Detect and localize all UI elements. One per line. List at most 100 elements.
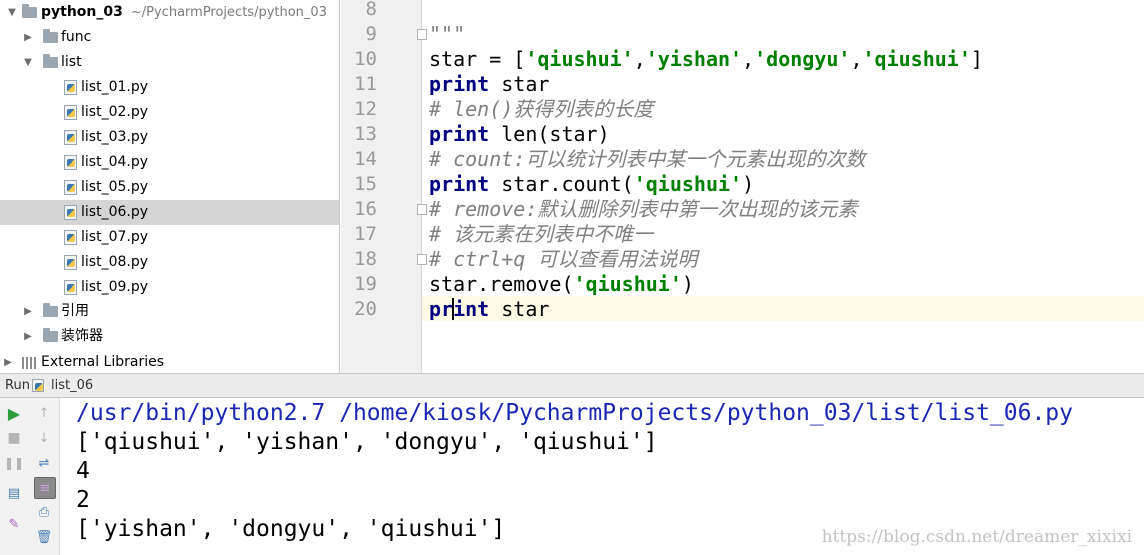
folder-label: 引用 <box>61 303 89 319</box>
file-label: list_09.py <box>81 279 148 295</box>
console-output-line: 2 <box>76 487 90 513</box>
library-icon <box>22 357 36 369</box>
line-number: 10 <box>354 48 377 70</box>
restore-layout-icon[interactable]: ▤ <box>4 483 24 503</box>
python-file-icon <box>64 230 77 245</box>
tree-file-selected[interactable]: list_06.py <box>0 200 339 225</box>
run-toolbar: ▶ ↑ ■ ↓ ❚❚ ⇌ ▤ ≡ ⎙ ✎ 🗑 <box>0 398 60 555</box>
scroll-up-arrow-icon[interactable]: ↑ <box>34 403 54 423</box>
line-number: 8 <box>365 0 377 20</box>
file-label: list_03.py <box>81 129 148 145</box>
console-output-line: 4 <box>76 458 90 484</box>
file-label: list_01.py <box>81 79 148 95</box>
stop-icon[interactable]: ■ <box>4 428 24 448</box>
tree-file[interactable]: list_09.py <box>0 275 339 300</box>
line-number: 9 <box>365 23 377 45</box>
print-icon[interactable]: ⎙ <box>34 502 54 522</box>
tree-folder-list[interactable]: ▼ list <box>0 50 339 75</box>
fold-marker-icon[interactable] <box>417 254 427 265</box>
line-number: 13 <box>354 123 377 145</box>
pause-icon[interactable]: ❚❚ <box>4 453 24 473</box>
code-line-15: print star.count('qiushui') <box>429 172 755 196</box>
clear-all-trash-icon[interactable]: 🗑 <box>34 527 54 547</box>
code-line-18: # ctrl+q 可以查看用法说明 <box>429 247 698 271</box>
expanded-arrow-icon[interactable]: ▼ <box>22 50 34 75</box>
code-line-16: # remove:默认删除列表中第一次出现的该元素 <box>429 197 858 221</box>
python-file-icon <box>64 80 77 95</box>
python-file-icon <box>32 379 44 392</box>
code-line-19: star.remove('qiushui') <box>429 272 694 296</box>
tree-folder-func[interactable]: ▶ func <box>0 25 339 50</box>
line-number: 19 <box>354 273 377 295</box>
python-file-icon <box>64 155 77 170</box>
folder-icon <box>43 54 58 68</box>
file-label: list_07.py <box>81 229 148 245</box>
collapsed-arrow-icon[interactable]: ▶ <box>22 25 34 50</box>
soft-wrap-icon[interactable]: ⇌ <box>34 453 54 473</box>
folder-icon <box>43 29 58 43</box>
run-console-output[interactable]: /usr/bin/python2.7 /home/kiosk/PycharmPr… <box>61 398 1144 555</box>
fold-marker-icon[interactable] <box>417 29 427 40</box>
folder-icon <box>22 4 37 18</box>
console-command-line: /usr/bin/python2.7 /home/kiosk/PycharmPr… <box>76 400 1073 426</box>
console-output-line: ['qiushui', 'yishan', 'dongyu', 'qiushui… <box>76 429 658 455</box>
code-line-14: # count:可以统计列表中某一个元素出现的次数 <box>429 147 866 171</box>
tree-folder-decorator[interactable]: ▶ 装饰器 <box>0 324 339 349</box>
python-file-icon <box>64 130 77 145</box>
collapsed-arrow-icon[interactable]: ▶ <box>22 299 34 324</box>
code-line-12: # len()获得列表的长度 <box>429 97 654 121</box>
editor-gutter: 8 9 10 11 12 13 14 15 16 17 18 19 20 <box>341 0 422 373</box>
collapsed-arrow-icon[interactable]: ▶ <box>22 324 34 349</box>
code-line-13: print len(star) <box>429 122 610 146</box>
folder-label: 装饰器 <box>61 328 103 344</box>
root-folder-path: ~/PycharmProjects/python_03 <box>130 5 327 20</box>
tree-root-python-03[interactable]: ▼ python_03 ~/PycharmProjects/python_03 <box>0 0 339 25</box>
tree-folder-ref[interactable]: ▶ 引用 <box>0 299 339 324</box>
watermark-text: https://blog.csdn.net/dreamer_xixixi <box>821 527 1132 547</box>
tree-file[interactable]: list_04.py <box>0 150 339 175</box>
run-panel-header: Run list_06 <box>0 373 1144 398</box>
fold-marker-icon[interactable] <box>417 204 427 215</box>
tree-external-libraries[interactable]: ▶ External Libraries <box>0 350 339 373</box>
expanded-arrow-icon[interactable]: ▼ <box>6 0 18 25</box>
file-label: list_04.py <box>81 154 148 170</box>
line-number: 15 <box>354 173 377 195</box>
pin-tab-icon[interactable]: ✎ <box>4 514 24 534</box>
code-line-20: print star <box>429 297 550 321</box>
line-number: 17 <box>354 223 377 245</box>
line-number: 12 <box>354 98 377 120</box>
python-file-icon <box>64 205 77 220</box>
tree-file[interactable]: list_01.py <box>0 75 339 100</box>
code-line-9: """ <box>429 22 466 46</box>
project-panel: ▼ python_03 ~/PycharmProjects/python_03 ▶… <box>0 0 340 373</box>
tree-file[interactable]: list_08.py <box>0 250 339 275</box>
rerun-play-icon[interactable]: ▶ <box>4 403 24 423</box>
tree-file[interactable]: list_03.py <box>0 125 339 150</box>
code-editor[interactable]: 8 9 10 11 12 13 14 15 16 17 18 19 20 """… <box>341 0 1144 373</box>
tree-file[interactable]: list_02.py <box>0 100 339 125</box>
console-output-line: ['yishan', 'dongyu', 'qiushui'] <box>76 516 506 542</box>
tree-file[interactable]: list_05.py <box>0 175 339 200</box>
python-file-icon <box>64 105 77 120</box>
scroll-to-end-icon[interactable]: ≡ <box>34 477 56 499</box>
root-folder-name: python_03 <box>41 4 123 20</box>
line-number: 20 <box>354 298 377 320</box>
collapsed-arrow-icon[interactable]: ▶ <box>2 350 14 373</box>
run-config-name[interactable]: list_06 <box>51 374 93 398</box>
folder-label: func <box>61 29 92 45</box>
python-file-icon <box>64 255 77 270</box>
folder-label: list <box>61 54 82 70</box>
tree-file[interactable]: list_07.py <box>0 225 339 250</box>
code-line-17: # 该元素在列表中不唯一 <box>429 222 654 246</box>
external-libraries-label: External Libraries <box>41 354 164 370</box>
code-line-10: star = ['qiushui','yishan','dongyu','qiu… <box>429 47 983 71</box>
line-number: 16 <box>354 198 377 220</box>
line-number: 18 <box>354 248 377 270</box>
line-number: 14 <box>354 148 377 170</box>
scroll-down-arrow-icon[interactable]: ↓ <box>34 428 54 448</box>
python-file-icon <box>64 180 77 195</box>
file-label: list_06.py <box>81 204 148 220</box>
run-tab-label[interactable]: Run <box>5 374 30 398</box>
folder-icon <box>43 303 58 317</box>
python-file-icon <box>64 280 77 295</box>
